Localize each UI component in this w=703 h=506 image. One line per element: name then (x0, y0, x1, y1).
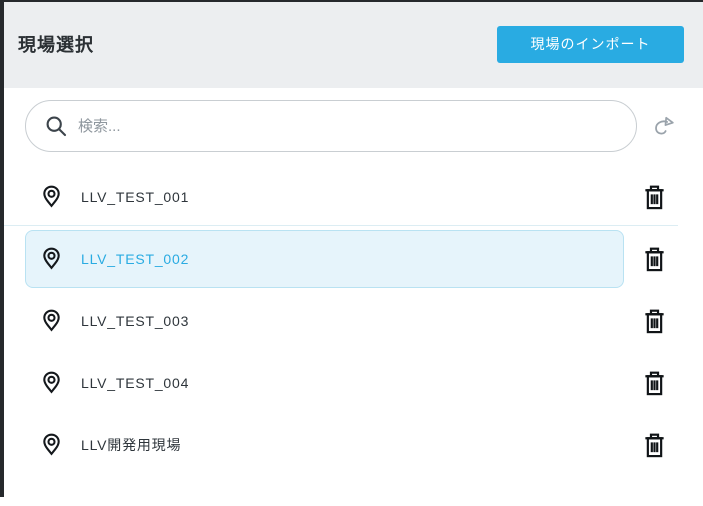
search-box[interactable] (25, 100, 637, 152)
site-item[interactable]: LLV_TEST_001 (25, 168, 624, 226)
screen-edge-left (0, 0, 4, 497)
screen-edge-top (0, 0, 703, 2)
site-list: LLV_TEST_001 LLV_TEST_002 LLV_TEST_003 L… (0, 166, 703, 476)
site-item[interactable]: LLV_TEST_004 (25, 354, 624, 412)
search-toolbar (25, 100, 703, 152)
site-item[interactable]: LLV開発用現場 (25, 416, 624, 474)
site-item[interactable]: LLV_TEST_003 (25, 292, 624, 350)
page-title: 現場選択 (18, 35, 94, 55)
site-item[interactable]: LLV_TEST_002 (25, 230, 624, 288)
site-selection-panel: 現場選択 現場のインポート 検索... LLV_TEST_001 LLV_TES… (0, 0, 703, 476)
redo-icon[interactable] (648, 111, 678, 141)
location-pin-icon (39, 370, 64, 396)
trash-icon[interactable] (640, 306, 668, 336)
search-icon (44, 114, 68, 138)
site-label: LLV開発用現場 (81, 437, 182, 453)
search-input[interactable] (78, 117, 616, 135)
trash-icon[interactable] (640, 430, 668, 460)
trash-icon[interactable] (640, 182, 668, 212)
site-row: LLV_TEST_002 (0, 225, 703, 290)
site-label: LLV_TEST_004 (81, 375, 190, 391)
location-pin-icon (39, 432, 64, 458)
site-label: LLV_TEST_002 (81, 251, 190, 267)
trash-icon[interactable] (640, 244, 668, 274)
site-label: LLV_TEST_001 (81, 189, 190, 205)
header: 現場選択 現場のインポート (0, 0, 703, 88)
location-pin-icon (39, 246, 64, 272)
import-site-button[interactable]: 現場のインポート (497, 25, 684, 63)
site-row: LLV_TEST_004 (0, 352, 703, 414)
site-row: LLV開発用現場 (0, 414, 703, 476)
location-pin-icon (39, 308, 64, 334)
site-label: LLV_TEST_003 (81, 313, 190, 329)
trash-icon[interactable] (640, 368, 668, 398)
site-row: LLV_TEST_003 (0, 290, 703, 352)
location-pin-icon (39, 184, 64, 210)
site-row: LLV_TEST_001 (0, 166, 703, 228)
